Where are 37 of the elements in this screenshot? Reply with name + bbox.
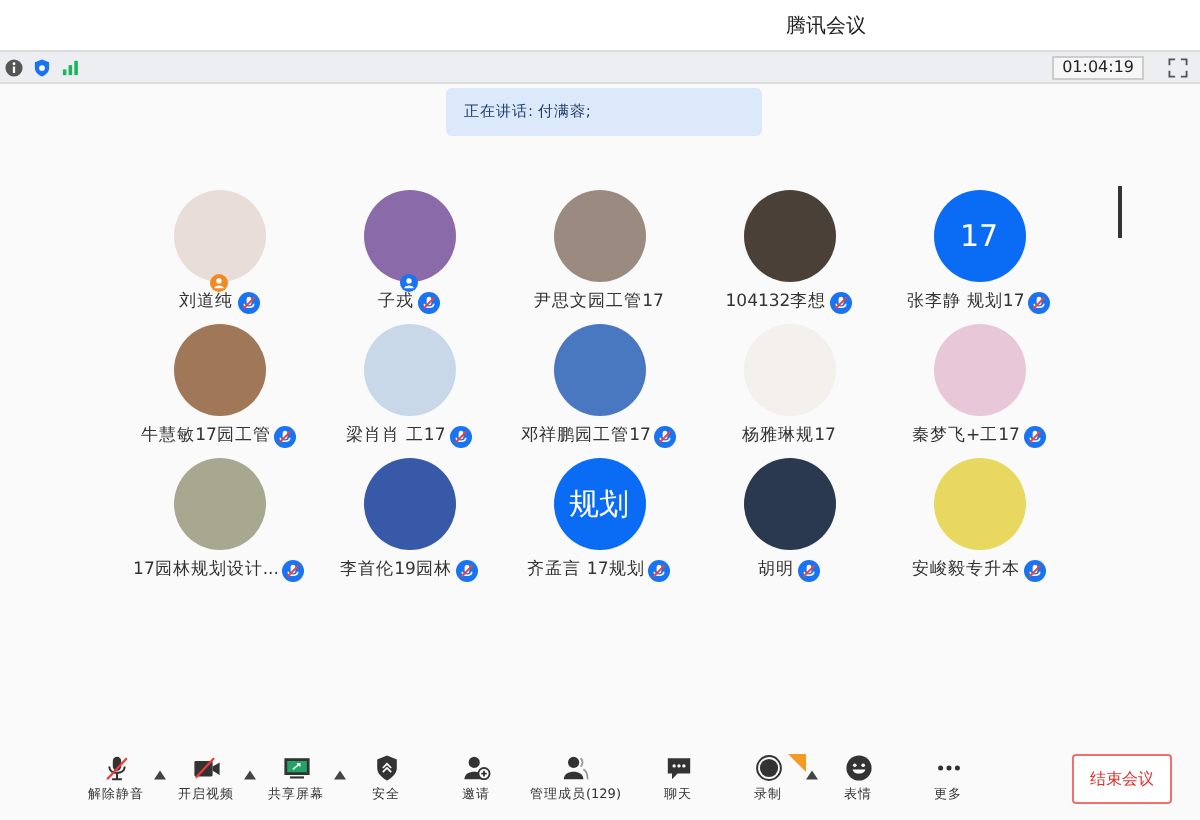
participant-name: 子戎 (378, 290, 414, 314)
meeting-timer: 01:04:19 (1052, 55, 1144, 79)
avatar: 规划 (553, 458, 645, 550)
shield-icon (371, 753, 401, 781)
fullscreen-icon[interactable] (1168, 57, 1188, 77)
smiley-icon (843, 753, 873, 781)
muted-mic-icon (101, 753, 131, 781)
participant-name: 齐孟言 17规划 (527, 558, 645, 582)
participant-name: 李首伦19园林 (340, 558, 452, 582)
screen-share-icon (281, 753, 311, 781)
participant-name: 张李静 规划17 (907, 290, 1025, 314)
participant-name: 尹思文园工管17 (534, 290, 664, 314)
participant-name: 104132李想 (725, 290, 827, 314)
record-icon (753, 753, 783, 781)
participant-name: 牛慧敏17园工管 (141, 424, 271, 448)
caret-icon[interactable] (154, 769, 166, 779)
participant-name: 梁肖肖 工17 (346, 424, 446, 448)
shield-icon[interactable] (32, 57, 52, 77)
participant-name: 秦梦飞+工17 (912, 424, 1020, 448)
chat-icon (663, 753, 693, 781)
participant-name: 胡明 (758, 558, 794, 582)
window-title: 腾讯会议 (786, 13, 866, 39)
info-icon[interactable] (4, 57, 24, 77)
participant-name: 安峻毅专升本 (912, 558, 1020, 582)
participant-name: 刘道纯 (179, 290, 233, 314)
caret-icon[interactable] (806, 769, 818, 779)
video-off-icon (191, 753, 221, 781)
participant-name: 17园林规划设计... (133, 558, 279, 582)
add-person-icon (461, 753, 491, 781)
caret-icon[interactable] (244, 769, 256, 779)
participant-name: 杨雅琳规17 (742, 424, 836, 448)
people-icon (560, 753, 591, 781)
participant-name: 邓祥鹏园工管17 (521, 424, 651, 448)
avatar: 17 (933, 190, 1025, 282)
caret-icon[interactable] (334, 769, 346, 779)
end-meeting-button[interactable]: 结束会议 (1072, 753, 1172, 803)
new-badge-icon (788, 753, 806, 771)
